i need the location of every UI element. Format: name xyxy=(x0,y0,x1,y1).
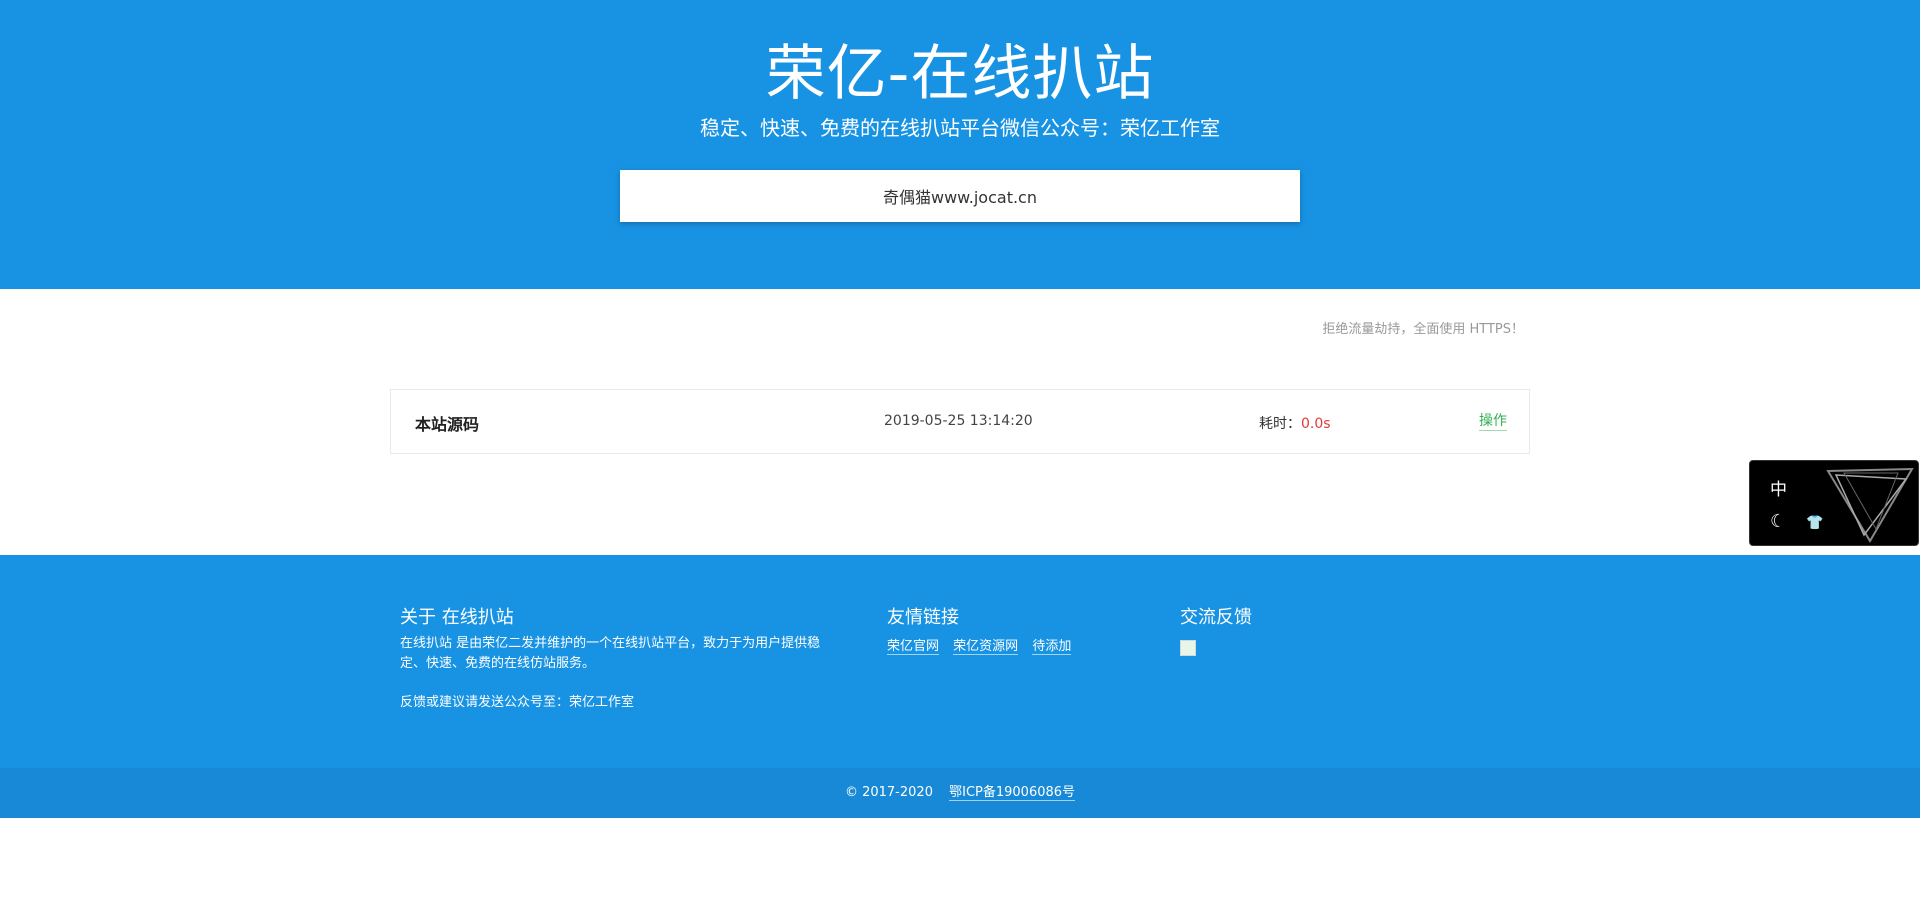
floating-widget: 中 ☾ 👕 xyxy=(1749,460,1919,546)
cost-label: 耗时： xyxy=(1259,416,1301,432)
footer: 关于 在线扒站 在线扒站 是由荣亿二发并维护的一个在线扒站平台，致力于为用户提供… xyxy=(0,555,1920,768)
hero-header: 荣亿-在线扒站 稳定、快速、免费的在线扒站平台微信公众号：荣亿工作室 xyxy=(0,0,1920,289)
moon-icon[interactable]: ☾ xyxy=(1770,511,1786,532)
triangle-logo-icon xyxy=(1826,467,1914,543)
about-text: 在线扒站 是由荣亿二发并维护的一个在线扒站平台，致力于为用户提供稳定、快速、免费… xyxy=(400,636,821,671)
language-toggle[interactable]: 中 xyxy=(1770,475,1787,500)
links-heading: 友情链接 xyxy=(887,607,959,628)
feedback-text: 反馈或建议请发送公众号至：荣亿工作室 xyxy=(400,695,635,710)
url-input[interactable] xyxy=(620,170,1300,222)
copyright-text: © 2017-2020 xyxy=(844,785,933,800)
friend-link-resource[interactable]: 荣亿资源网 xyxy=(953,639,1019,655)
contact-heading: 交流反馈 xyxy=(1180,607,1252,628)
page-title: 荣亿-在线扒站 xyxy=(765,39,1155,109)
cost-value: 0.0s xyxy=(1301,416,1331,432)
card-name: 本站源码 xyxy=(415,415,480,434)
friend-links: 荣亿官网 荣亿资源网 待添加 xyxy=(887,635,1081,655)
card-cost: 耗时：0.0s xyxy=(1259,413,1331,433)
icp-link[interactable]: 鄂ICP备19006086号 xyxy=(949,785,1076,801)
card-time: 2019-05-25 13:14:20 xyxy=(884,413,1033,429)
https-notice: 拒绝流量劫持，全面使用 HTTPS！ xyxy=(1322,322,1524,337)
operate-link[interactable]: 操作 xyxy=(1479,412,1507,431)
result-card: 本站源码 2019-05-25 13:14:20 耗时：0.0s 操作 xyxy=(390,389,1530,454)
friend-link-official[interactable]: 荣亿官网 xyxy=(887,639,940,655)
page-subtitle: 稳定、快速、免费的在线扒站平台微信公众号：荣亿工作室 xyxy=(700,116,1220,140)
broken-image-icon xyxy=(1180,640,1196,656)
friend-link-pending[interactable]: 待添加 xyxy=(1032,639,1072,655)
copyright-bar: © 2017-2020 鄂ICP备19006086号 xyxy=(0,768,1920,818)
about-heading: 关于 在线扒站 xyxy=(400,607,514,628)
